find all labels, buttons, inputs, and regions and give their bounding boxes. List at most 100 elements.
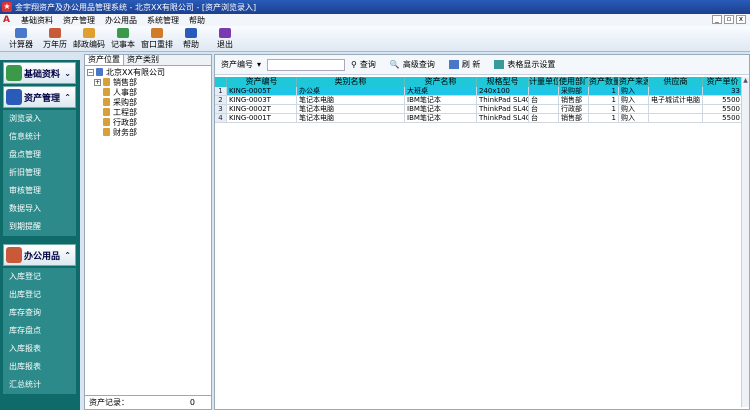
search-bar: 资产编号 ▾ ⚲ 查询 🔍 高级查询 刷 新 表格显示设置 (215, 55, 749, 75)
menu-basic[interactable]: 基础资料 (16, 15, 58, 26)
menu-bar: A 基础资料 资产管理 办公用品 系统管理 帮助 _ ▫ x (0, 14, 750, 26)
restore-icon[interactable]: ▫ (724, 15, 734, 24)
cell-dept: 采购部 (559, 87, 589, 95)
nav-item-stock-out[interactable]: 出库登记 (3, 286, 76, 304)
cell-supplier (649, 87, 703, 95)
nav-item-stock-count[interactable]: 库存盘点 (3, 322, 76, 340)
tree-node-finance[interactable]: 财务部 (87, 127, 211, 137)
nav-item-stock-in[interactable]: 入库登记 (3, 268, 76, 286)
column-header[interactable]: 规格型号 (477, 77, 529, 87)
table-row[interactable]: 3 KING-0002T 笔记本电脑 IBM笔记本 ThinkPad SL400… (215, 105, 743, 114)
magnifier-icon: 🔍 (389, 60, 400, 69)
tab-asset-category[interactable]: 资产类别 (124, 55, 162, 65)
advanced-query-button[interactable]: 🔍 高级查询 (390, 59, 435, 70)
department-icon (103, 118, 110, 126)
expand-icon[interactable]: + (94, 78, 101, 86)
cell-spec: ThinkPad SL400 (477, 96, 529, 104)
column-header[interactable]: 资产来源 (619, 77, 649, 87)
column-header[interactable]: 计量单位 (529, 77, 559, 87)
record-count-bar: 资产记录： 0 (85, 395, 211, 409)
nav-item-import[interactable]: 数据导入 (3, 200, 76, 218)
department-icon (103, 78, 110, 86)
close-icon[interactable]: x (736, 15, 746, 24)
column-header[interactable]: 资产数量 (589, 77, 619, 87)
tree-node-hr[interactable]: 人事部 (87, 87, 211, 97)
nav-header-asset[interactable]: 资产管理 ⌃ (3, 86, 76, 108)
cell-price: 5500 (703, 96, 743, 104)
notepad-button[interactable]: 记事本 (106, 26, 140, 50)
nav-item-audit[interactable]: 审核管理 (3, 182, 76, 200)
table-header: 资产编号 类别名称 资产名称 规格型号 计量单位 使用部门 资产数量 资产来源 … (215, 77, 743, 87)
cell-unit (529, 87, 559, 95)
chevron-up-icon: ⌃ (64, 92, 71, 102)
nav-item-depreciation[interactable]: 折旧管理 (3, 164, 76, 182)
cell-qty: 1 (589, 105, 619, 113)
nav-item-stock-query[interactable]: 库存查询 (3, 304, 76, 322)
menu-asset[interactable]: 资产管理 (58, 15, 100, 26)
office-supplies-icon (6, 247, 22, 263)
cell-supplier (649, 105, 703, 113)
nav-header-office[interactable]: 办公用品 ⌃ (3, 244, 76, 266)
query-button[interactable]: ⚲ 查询 (351, 59, 376, 70)
postcode-button[interactable]: 邮政编码 (72, 26, 106, 50)
column-header[interactable]: 资产名称 (405, 77, 477, 87)
scroll-up-icon[interactable]: ▲ (742, 77, 749, 85)
column-header[interactable]: 资产单价 (703, 77, 743, 87)
nav-item-summary[interactable]: 汇总统计 (3, 376, 76, 394)
cell-unit: 台 (529, 105, 559, 113)
tree-node-purchasing[interactable]: 采购部 (87, 97, 211, 107)
table-row[interactable]: 1 KING-0005T 办公桌 大班桌 240x100 采购部 1 购入 33 (215, 87, 743, 96)
table-row[interactable]: 2 KING-0003T 笔记本电脑 IBM笔记本 ThinkPad SL400… (215, 96, 743, 105)
help-icon (185, 28, 197, 38)
column-header[interactable]: 类别名称 (297, 77, 405, 87)
basic-data-icon (6, 65, 22, 81)
notepad-icon (117, 28, 129, 38)
cell-code: KING-0003T (227, 96, 297, 104)
tree-node-sales[interactable]: + 销售部 (87, 77, 211, 87)
table-settings-icon (494, 60, 505, 69)
tree-tabs: 资产位置 资产类别 (85, 55, 211, 66)
tree-node-admin[interactable]: 行政部 (87, 117, 211, 127)
nav-item-out-report[interactable]: 出库报表 (3, 358, 76, 376)
nav-item-statistics[interactable]: 信息统计 (3, 128, 76, 146)
refresh-button[interactable]: 刷 新 (448, 59, 480, 70)
nav-item-expiry[interactable]: 到期提醒 (3, 218, 76, 236)
cell-spec: ThinkPad SL400 (477, 114, 529, 122)
tree-root[interactable]: − 北京XX有限公司 (87, 67, 211, 77)
nav-item-inventory[interactable]: 盘点管理 (3, 146, 76, 164)
column-header[interactable]: 供应商 (649, 77, 703, 87)
search-input[interactable] (267, 58, 345, 71)
cell-name: IBM笔记本 (405, 114, 477, 122)
window-arrange-button[interactable]: 窗口重排 (140, 26, 174, 50)
app-icon: ★ (2, 2, 12, 12)
calendar-button[interactable]: 万年历 (38, 26, 72, 50)
table-row[interactable]: 4 KING-0001T 笔记本电脑 IBM笔记本 ThinkPad SL400… (215, 114, 743, 123)
column-header[interactable]: 使用部门 (559, 77, 589, 87)
nav-item-browse[interactable]: 浏览录入 (3, 110, 76, 128)
tab-asset-location[interactable]: 资产位置 (85, 55, 124, 65)
collapse-icon[interactable]: − (87, 68, 94, 76)
cell-category: 办公桌 (297, 87, 405, 95)
cell-name: 大班桌 (405, 87, 477, 95)
column-header[interactable]: 资产编号 (227, 77, 297, 87)
search-field-select[interactable]: 资产编号 ▾ (221, 59, 267, 70)
nav-item-in-report[interactable]: 入库报表 (3, 340, 76, 358)
cell-source: 购入 (619, 96, 649, 104)
menu-help[interactable]: 帮助 (184, 15, 210, 26)
calculator-button[interactable]: 计算器 (4, 26, 38, 50)
display-settings-button[interactable]: 表格显示设置 (494, 59, 555, 70)
binoculars-icon: ⚲ (351, 60, 357, 69)
nav-header-basic[interactable]: 基础资料 ⌄ (3, 62, 76, 84)
cell-category: 笔记本电脑 (297, 114, 405, 122)
vertical-scrollbar[interactable]: ▲ (741, 77, 749, 407)
minimize-icon[interactable]: _ (712, 15, 722, 24)
department-icon (103, 108, 110, 116)
help-button[interactable]: 帮助 (174, 26, 208, 50)
cell-source: 购入 (619, 114, 649, 122)
cell-category: 笔记本电脑 (297, 96, 405, 104)
window-controls: _ ▫ x (712, 15, 746, 24)
menu-system[interactable]: 系统管理 (142, 15, 184, 26)
exit-button[interactable]: 退出 (208, 26, 242, 50)
tree-node-engineering[interactable]: 工程部 (87, 107, 211, 117)
menu-office[interactable]: 办公用品 (100, 15, 142, 26)
